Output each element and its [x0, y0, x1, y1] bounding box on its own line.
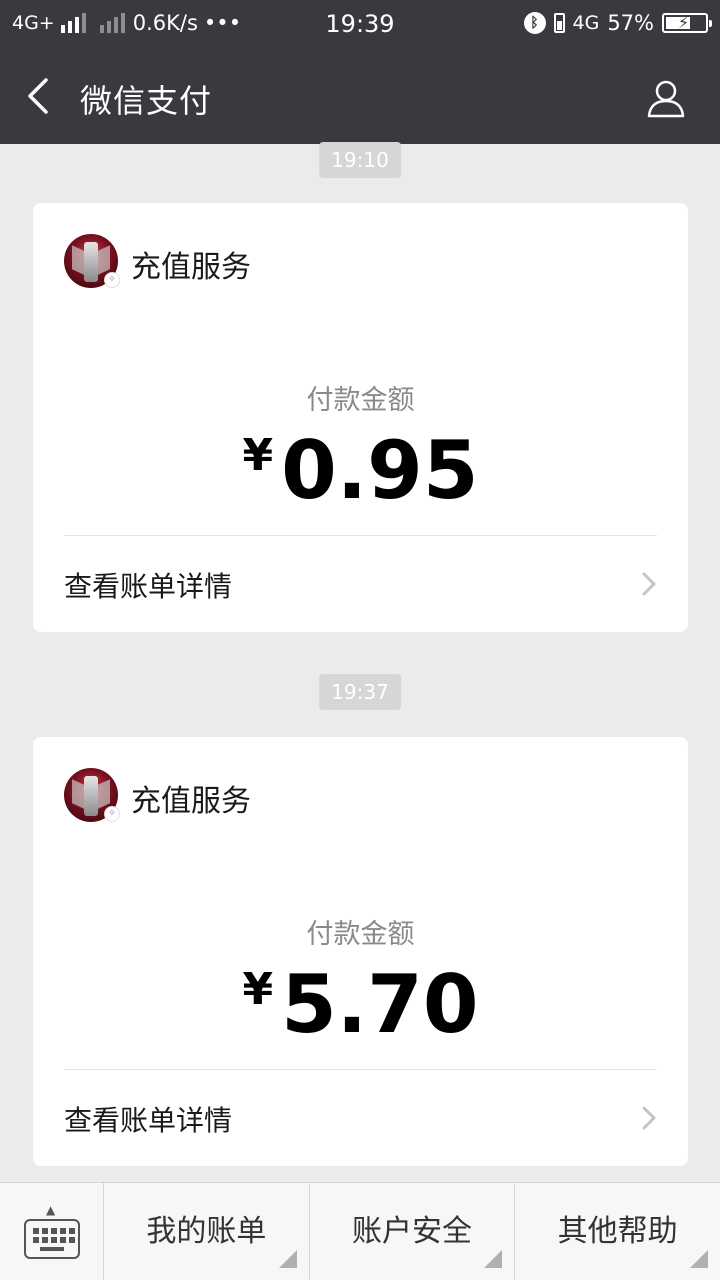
bottom-menu-bar: ▲ 我的账单 账户安全 其他帮助 — [0, 1182, 720, 1280]
submenu-indicator-icon — [690, 1250, 709, 1268]
payment-card[interactable]: ✧ 充值服务 付款金额 ¥0.95 查看账单详情 — [33, 203, 688, 632]
view-bill-details-label: 查看账单详情 — [64, 1104, 233, 1137]
status-bar: 4G+ 0.6K/s ••• 19:39 ᛒ 4G 57% ⚡ — [0, 0, 720, 50]
merchant-name: 充值服务 — [131, 250, 251, 285]
menu-my-bills[interactable]: 我的账单 — [104, 1183, 310, 1280]
menu-label: 其他帮助 — [557, 1214, 678, 1249]
chevron-right-icon — [642, 1106, 656, 1130]
battery-icon: ⚡ — [662, 13, 712, 33]
network-type-right: 4G — [572, 12, 600, 34]
bluetooth-icon: ᛒ — [523, 12, 546, 34]
caret-up-icon: ▲ — [46, 1203, 56, 1217]
message-timestamp: 19:10 — [319, 142, 401, 178]
chevron-right-icon — [642, 572, 656, 596]
person-icon[interactable] — [646, 78, 686, 118]
mini-program-badge-icon: ✧ — [104, 272, 120, 288]
payment-amount: ¥5.70 — [33, 945, 688, 1050]
message-timestamp: 19:37 — [319, 674, 401, 710]
sim-icon — [553, 13, 565, 33]
menu-label: 我的账单 — [146, 1214, 267, 1249]
amount-value: 0.95 — [281, 424, 479, 517]
amount-value: 5.70 — [281, 958, 479, 1051]
mini-program-badge-icon: ✧ — [104, 806, 120, 822]
currency-symbol: ¥ — [242, 430, 274, 481]
merchant-name: 充值服务 — [131, 784, 251, 819]
view-bill-details-link[interactable]: 查看账单详情 — [33, 1070, 688, 1166]
view-bill-details-label: 查看账单详情 — [64, 570, 233, 603]
submenu-indicator-icon — [484, 1250, 503, 1268]
chevron-left-icon[interactable] — [20, 74, 60, 118]
battery-percent: 57% — [607, 11, 654, 35]
page-title: 微信支付 — [80, 82, 213, 120]
keyboard-toggle-button[interactable]: ▲ — [0, 1183, 104, 1280]
keyboard-icon — [24, 1219, 80, 1259]
currency-symbol: ¥ — [242, 964, 274, 1015]
payment-card[interactable]: ✧ 充值服务 付款金额 ¥5.70 查看账单详情 — [33, 737, 688, 1166]
menu-other-help[interactable]: 其他帮助 — [515, 1183, 720, 1280]
view-bill-details-link[interactable]: 查看账单详情 — [33, 536, 688, 632]
status-right: ᛒ 4G 57% ⚡ — [523, 11, 712, 35]
payment-amount: ¥0.95 — [33, 411, 688, 516]
nav-bar: 微信支付 — [0, 50, 720, 144]
menu-label: 账户安全 — [352, 1214, 472, 1249]
submenu-indicator-icon — [278, 1250, 297, 1268]
menu-account-security[interactable]: 账户安全 — [310, 1183, 516, 1280]
